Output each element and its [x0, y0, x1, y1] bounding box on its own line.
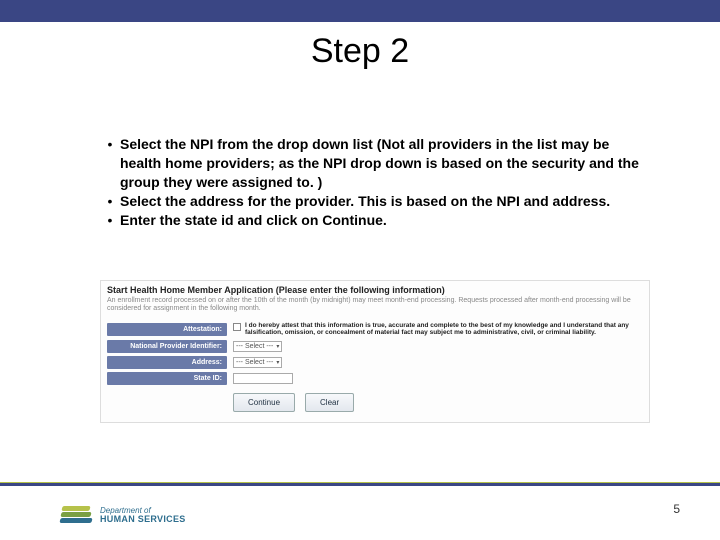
slide: Step 2 •Select the NPI from the drop dow…	[0, 0, 720, 540]
state-id-input[interactable]	[233, 373, 293, 384]
attestation-label: Attestation:	[107, 323, 227, 336]
form-heading: Start Health Home Member Application (Pl…	[101, 281, 649, 297]
list-item: •Select the NPI from the drop down list …	[100, 135, 650, 192]
form-screenshot: Start Health Home Member Application (Pl…	[100, 280, 650, 423]
chevron-down-icon: ▾	[276, 343, 279, 350]
logo-mark-icon	[60, 504, 94, 526]
row-npi: National Provider Identifier: --- Select…	[107, 340, 643, 353]
bullet-list: •Select the NPI from the drop down list …	[100, 135, 650, 229]
footer-line	[0, 483, 720, 486]
bullet-text: Select the NPI from the drop down list (…	[120, 135, 650, 192]
chevron-down-icon: ▾	[276, 359, 279, 366]
form-note: An enrollment record processed on or aft…	[101, 297, 649, 318]
attestation-checkbox[interactable]	[233, 323, 241, 331]
list-item: •Select the address for the provider. Th…	[100, 192, 650, 211]
address-value: --- Select --- ▾	[227, 357, 643, 368]
address-select-text: --- Select ---	[236, 359, 273, 366]
row-attestation: Attestation: I do hereby attest that thi…	[107, 322, 643, 337]
button-row: Continue Clear	[107, 393, 643, 412]
list-item: •Enter the state id and click on Continu…	[100, 211, 650, 230]
clear-button[interactable]: Clear	[305, 393, 354, 412]
npi-value: --- Select --- ▾	[227, 341, 643, 352]
page-number: 5	[673, 502, 680, 516]
address-select[interactable]: --- Select --- ▾	[233, 357, 282, 368]
iowa-dhs-logo: Department of HUMAN SERVICES	[60, 504, 186, 526]
attestation-text: I do hereby attest that this information…	[245, 322, 643, 337]
row-state-id: State ID:	[107, 372, 643, 385]
bullet-text: Select the address for the provider. Thi…	[120, 192, 650, 211]
address-label: Address:	[107, 356, 227, 369]
state-id-label: State ID:	[107, 372, 227, 385]
attestation-value: I do hereby attest that this information…	[227, 322, 643, 337]
row-address: Address: --- Select --- ▾	[107, 356, 643, 369]
bullet-text: Enter the state id and click on Continue…	[120, 211, 650, 230]
bullet-dot: •	[100, 192, 120, 211]
form-body: Attestation: I do hereby attest that thi…	[101, 318, 649, 422]
bullet-dot: •	[100, 135, 120, 154]
content-area: •Select the NPI from the drop down list …	[100, 135, 650, 229]
page-title: Step 2	[0, 32, 720, 71]
bullet-dot: •	[100, 211, 120, 230]
npi-label: National Provider Identifier:	[107, 340, 227, 353]
state-id-value	[227, 373, 643, 384]
logo-line2: HUMAN SERVICES	[100, 515, 186, 524]
top-bar	[0, 0, 720, 22]
continue-button[interactable]: Continue	[233, 393, 295, 412]
logo-text: Department of HUMAN SERVICES	[100, 507, 186, 524]
npi-select-text: --- Select ---	[236, 343, 273, 350]
npi-select[interactable]: --- Select --- ▾	[233, 341, 282, 352]
